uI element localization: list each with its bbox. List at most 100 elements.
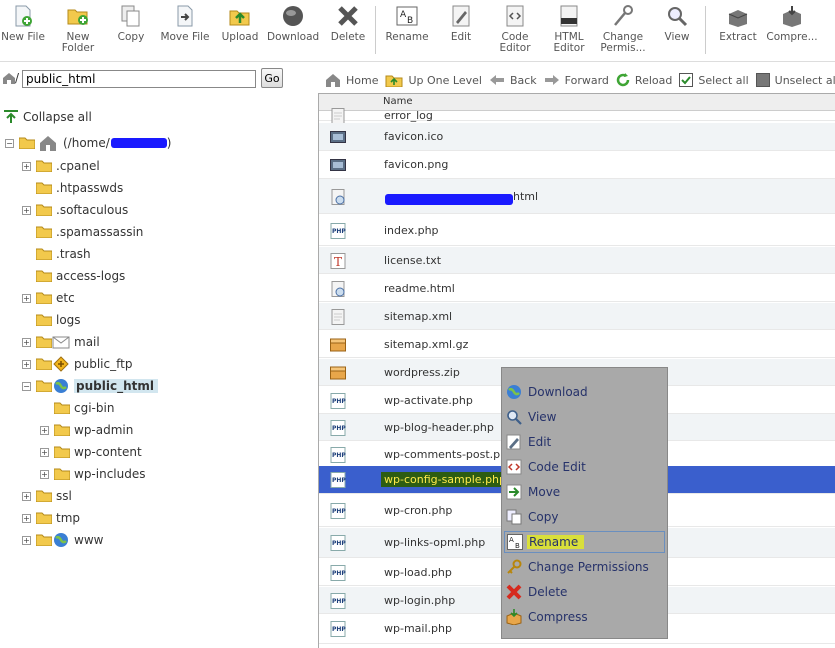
nav-forward-button[interactable]: Forward [544, 74, 609, 87]
menu-item-compress[interactable]: Compress [504, 606, 665, 628]
edit-icon [452, 5, 470, 27]
expand-toggle[interactable]: + [22, 491, 31, 501]
upload-button[interactable]: Upload [219, 4, 261, 58]
php-file-icon: PHP [330, 223, 346, 239]
nav-back-button[interactable]: Back [489, 74, 537, 87]
tree-node[interactable]: + .cpanel [22, 156, 100, 176]
file-name: wp-activate.php [384, 393, 473, 407]
go-button[interactable]: Go [261, 68, 283, 88]
tree-node[interactable]: .trash [22, 244, 91, 264]
edit-button[interactable]: Edit [443, 4, 479, 58]
move-file-button[interactable]: Move File [158, 4, 212, 58]
rename-button[interactable]: AB Rename [385, 4, 429, 58]
menu-item-label: Download [528, 385, 588, 399]
tree-node[interactable]: + tmp [22, 508, 80, 528]
back-arrow-icon [489, 75, 504, 85]
new-file-icon [15, 5, 32, 27]
tree-node[interactable]: cgi-bin [40, 398, 114, 418]
file-name: wp-login.php [384, 593, 456, 607]
file-row[interactable]: PHP index.php [319, 215, 835, 246]
expand-toggle[interactable]: + [22, 337, 31, 347]
tree-node[interactable]: access-logs [22, 266, 125, 286]
path-input[interactable] [22, 70, 256, 88]
expand-toggle[interactable]: + [22, 161, 31, 171]
download-globe-icon [507, 385, 521, 399]
menu-item-change-permissions[interactable]: Change Permissions [504, 556, 665, 578]
menu-item-delete[interactable]: Delete [504, 581, 665, 603]
tree-node[interactable]: + mail [22, 332, 100, 352]
nav-reload-button[interactable]: Reload [616, 73, 672, 87]
expand-toggle[interactable]: + [40, 469, 49, 479]
tree-node[interactable]: + www [22, 530, 103, 550]
menu-item-move[interactable]: Move [504, 481, 665, 503]
file-row[interactable]: readme.html [319, 275, 835, 302]
tree-node[interactable]: + ssl [22, 486, 72, 506]
tree-node[interactable]: logs [22, 310, 81, 330]
nav-home-button[interactable]: Home [325, 73, 378, 87]
copy-icon [121, 5, 140, 27]
expand-toggle[interactable]: + [22, 205, 31, 215]
folder-icon [36, 292, 52, 304]
home-icon [326, 74, 340, 87]
file-row[interactable]: Tlicense.txt [319, 247, 835, 274]
menu-item-download[interactable]: Download [504, 381, 665, 403]
nav-select-all-button[interactable]: Select all [679, 73, 749, 87]
collapse-toggle[interactable]: − [5, 138, 14, 148]
expand-toggle[interactable]: + [22, 513, 31, 523]
expand-toggle[interactable]: + [22, 293, 31, 303]
rename-icon: AB [396, 6, 418, 26]
file-row[interactable]: error_log [319, 108, 835, 124]
expand-toggle[interactable]: + [22, 535, 31, 545]
text-file-icon [331, 108, 345, 124]
nav-unselect-all-button[interactable]: Unselect all [755, 73, 835, 87]
svg-text:PHP: PHP [332, 508, 346, 515]
expand-toggle[interactable]: + [40, 447, 49, 457]
code-editor-button[interactable]: Code Editor [494, 4, 536, 58]
view-button[interactable]: View [660, 4, 694, 58]
tree-node[interactable]: + public_ftp [22, 354, 132, 374]
tree-node[interactable]: + wp-admin [40, 420, 133, 440]
download-button[interactable]: Download [267, 4, 319, 58]
file-row[interactable]: favicon.png [319, 151, 835, 179]
delete-button[interactable]: Delete [329, 4, 367, 58]
tree-node[interactable]: .spamassassin [22, 222, 143, 242]
compress-button[interactable]: Compre... [766, 4, 818, 58]
collapse-all-label: Collapse all [23, 110, 92, 124]
collapse-toggle[interactable]: − [22, 381, 31, 391]
tree-node[interactable]: + wp-includes [40, 464, 146, 484]
delete-label: Delete [330, 31, 366, 43]
file-row[interactable]: sitemap.xml [319, 303, 835, 330]
php-file-icon: PHP [330, 472, 346, 488]
menu-item-view[interactable]: View [504, 406, 665, 428]
menu-item-rename[interactable]: A B Rename [504, 531, 665, 553]
svg-text:PHP: PHP [332, 626, 346, 633]
html-editor-button[interactable]: HTML Editor [549, 4, 589, 58]
folder-icon [36, 336, 52, 348]
extract-button[interactable]: Extract [717, 4, 759, 58]
change-permissions-button[interactable]: Change Permis... [600, 4, 646, 58]
file-row[interactable]: sitemap.xml.gz [319, 331, 835, 358]
tree-node-label: .spamassassin [56, 225, 144, 239]
tree-node[interactable]: + wp-content [40, 442, 142, 462]
expand-toggle[interactable]: + [22, 359, 31, 369]
menu-item-copy[interactable]: Copy [504, 506, 665, 528]
file-row[interactable]: favicon.ico [319, 123, 835, 151]
tree-root-label: (/home/ [63, 136, 110, 150]
name-column-header[interactable]: Name [383, 96, 413, 107]
collapse-all-button[interactable]: Collapse all [3, 107, 92, 127]
expand-toggle[interactable]: + [40, 425, 49, 435]
new-file-button[interactable]: New File [0, 4, 46, 58]
tree-node[interactable]: + etc [22, 288, 75, 308]
tree-root[interactable]: − (/home/ ) [5, 133, 171, 153]
menu-item-code-edit[interactable]: Code Edit [504, 456, 665, 478]
php-file-icon: PHP [330, 535, 346, 551]
extract-label: Extract [719, 31, 757, 43]
file-name: index.php [384, 223, 439, 237]
tree-node[interactable]: + .softaculous [22, 200, 128, 220]
nav-up-button[interactable]: Up One Level [385, 73, 482, 87]
new-folder-button[interactable]: New Folder [58, 4, 98, 58]
copy-button[interactable]: Copy [112, 4, 150, 58]
menu-item-edit[interactable]: Edit [504, 431, 665, 453]
tree-node[interactable]: .htpasswds [22, 178, 123, 198]
tree-node[interactable]: − public_html [22, 376, 158, 396]
